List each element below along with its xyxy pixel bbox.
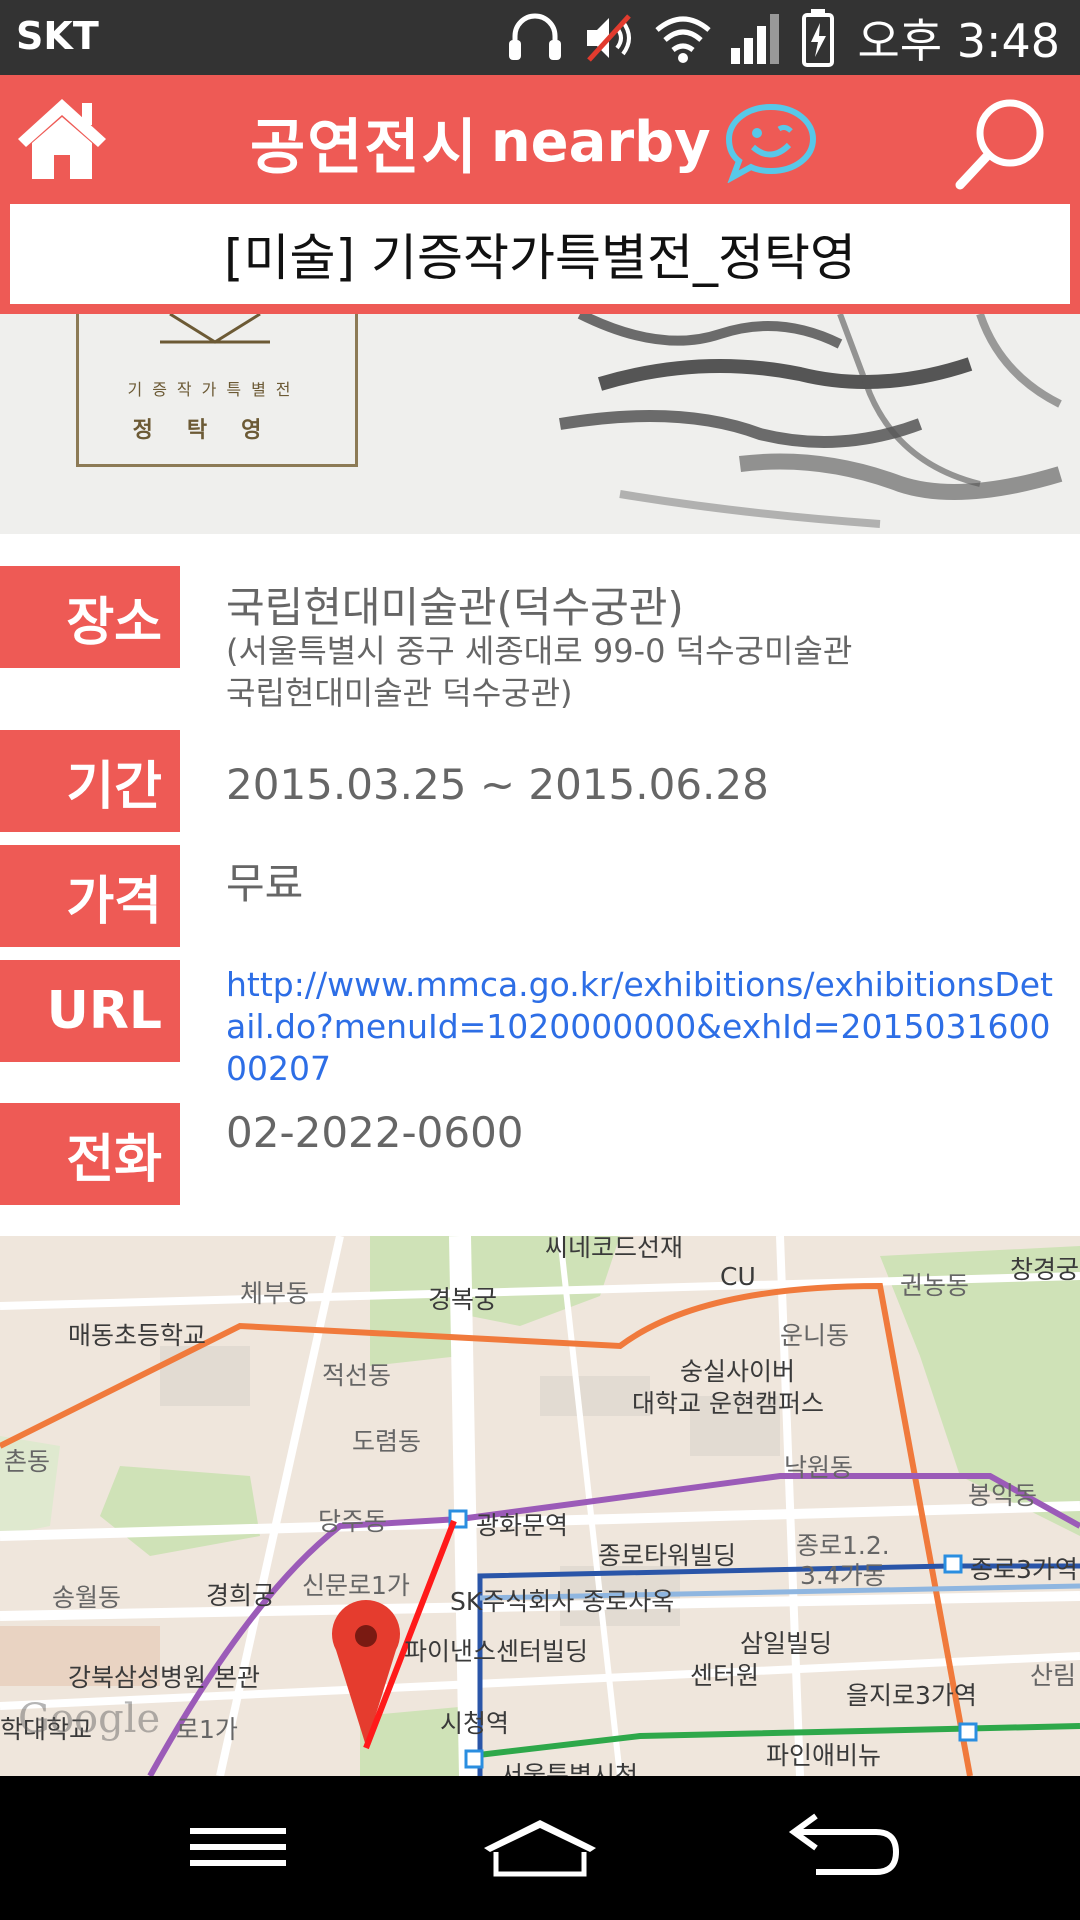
map-label: 종로타워빌딩 <box>598 1541 737 1570</box>
map-label: 체부동 <box>240 1279 310 1308</box>
location-map[interactable]: 씨네코드선재 CU 창경궁 체부동 경복궁 권농동 매동초등학교 운니동 적선동… <box>0 1236 1080 1776</box>
google-attribution: Google <box>18 1696 161 1742</box>
map-label: 촌동 <box>4 1447 51 1476</box>
back-button[interactable] <box>776 1806 916 1890</box>
event-title: [미술] 기증작가특별전_정탁영 <box>10 204 1070 304</box>
map-label: 낙원동 <box>784 1453 854 1482</box>
map-label: 창경궁 <box>1010 1255 1080 1284</box>
map-label: 을지로3가역 <box>846 1681 977 1710</box>
map-label: 씨네코드선재 <box>545 1236 684 1262</box>
clock: 오후 3:48 <box>857 14 1060 68</box>
brand-title: 공연전시 <box>250 112 479 183</box>
status-bar: SKT 오후 3:48 <box>0 0 1080 75</box>
map-label: SK주식회사 종로사옥 <box>450 1587 675 1616</box>
phone-label: 전화 <box>0 1103 180 1205</box>
map-label: 매동초등학교 <box>68 1321 207 1350</box>
map-label: 대학교 운현캠퍼스 <box>632 1389 824 1418</box>
signal-icon <box>729 10 785 66</box>
map-label: 3.4가동 <box>800 1561 886 1590</box>
back-icon <box>788 1813 900 1875</box>
map-label: 운니동 <box>780 1321 850 1350</box>
map-label: 숭실사이버 <box>680 1357 796 1386</box>
map-label: 당주동 <box>318 1507 388 1536</box>
map-label: 적선동 <box>322 1361 392 1390</box>
map-label: 권농동 <box>900 1271 970 1300</box>
home-nav-button[interactable] <box>470 1806 610 1890</box>
phone-value[interactable]: 02-2022-0600 <box>226 1108 524 1157</box>
map-label: 경희궁 <box>206 1581 276 1610</box>
map-label: 산림 <box>1030 1661 1077 1690</box>
price-label: 가격 <box>0 845 180 947</box>
title-bar: [미술] 기증작가특별전_정탁영 <box>0 202 1080 314</box>
map-label: 파인애비뉴 <box>766 1741 882 1770</box>
period-label: 기간 <box>0 730 180 832</box>
map-label: 종로3가역 <box>970 1555 1078 1584</box>
banner-artist-name: 정탁영 <box>132 418 296 443</box>
event-banner-image: 기증작가특별전 정탁영 <box>0 314 1080 534</box>
period-value: 2015.03.25 ~ 2015.06.28 <box>226 760 769 809</box>
map-label: 신문로1가 <box>302 1571 410 1600</box>
search-button[interactable] <box>952 93 1052 193</box>
map-label: 강북삼성병원 본관 <box>68 1663 260 1692</box>
home-button[interactable] <box>12 93 112 185</box>
map-label: 삼일빌딩 <box>740 1629 833 1658</box>
map-label: 서울특별시청 <box>500 1761 639 1776</box>
menu-button[interactable] <box>168 1806 308 1890</box>
map-label: 센터원 <box>690 1661 760 1690</box>
place-label: 장소 <box>0 566 180 668</box>
map-label: 봉익동 <box>968 1481 1038 1510</box>
map-label: 시청역 <box>440 1709 510 1738</box>
home-outline-icon <box>484 1820 596 1877</box>
smile-bubble-icon <box>725 103 816 183</box>
brand-subtitle: nearby <box>490 109 711 175</box>
battery-charging-icon <box>801 9 835 67</box>
map-label: 로1가 <box>176 1715 238 1744</box>
headset-icon <box>505 10 565 66</box>
url-link[interactable]: http://www.mmca.go.kr/exhibitions/exhibi… <box>226 964 1071 1090</box>
app-header: 공연전시 nearby <box>0 75 1080 202</box>
url-label: URL <box>0 960 180 1062</box>
map-label: CU <box>720 1262 756 1291</box>
status-icons: 오후 3:48 <box>505 6 1060 70</box>
place-address-line2: 국립현대미술관 덕수궁관) <box>226 674 573 712</box>
wifi-icon <box>653 12 713 64</box>
map-label: 송월동 <box>52 1583 122 1612</box>
banner-caption: 기증작가특별전 <box>127 380 301 399</box>
map-label: 파이낸스센터빌딩 <box>404 1637 589 1666</box>
mute-icon <box>581 10 637 66</box>
place-address-line1: (서울특별시 중구 세종대로 99-0 덕수궁미술관 <box>226 632 853 670</box>
search-icon <box>955 99 1044 190</box>
price-value: 무료 <box>226 859 304 908</box>
map-label: 광화문역 <box>476 1511 569 1540</box>
brand-logo: 공연전시 nearby <box>250 97 819 187</box>
menu-icon <box>190 1828 286 1866</box>
carrier-label: SKT <box>16 14 99 58</box>
home-icon <box>18 99 106 179</box>
ink-painting-artwork <box>559 314 1063 528</box>
place-name: 국립현대미술관(덕수궁관) <box>226 583 684 632</box>
map-label: 경복궁 <box>428 1285 498 1314</box>
system-nav-bar <box>0 1776 1080 1920</box>
map-label: 도렴동 <box>352 1427 422 1456</box>
banner-frame-ornament <box>160 314 270 344</box>
